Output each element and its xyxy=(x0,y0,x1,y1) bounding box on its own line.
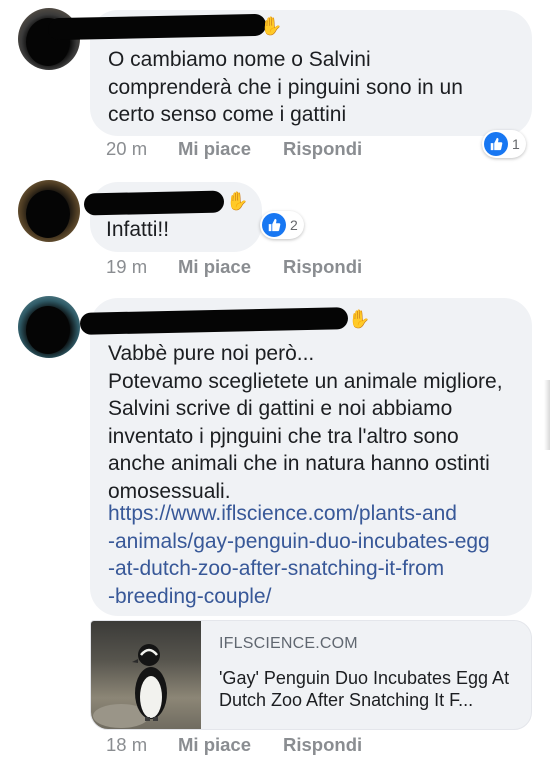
reply-button[interactable]: Rispondi xyxy=(283,256,362,278)
comment-actions: 19 m Mi piace Rispondi xyxy=(106,256,394,278)
comment-bubble: ✋ Infatti!! xyxy=(83,182,262,252)
comment-bubble: ✋ Vabbè pure noi però... Potevamo scegli… xyxy=(79,298,532,616)
reaction-summary[interactable]: 1 xyxy=(482,130,526,158)
avatar[interactable] xyxy=(18,296,80,358)
waving-hand-icon: ✋ xyxy=(348,309,371,329)
link-preview-card[interactable]: IFLSCIENCE.COM 'Gay' Penguin Duo Incubat… xyxy=(90,620,532,730)
penguin-thumbnail xyxy=(91,621,201,729)
waving-hand-icon: ✋ xyxy=(226,191,249,211)
like-thumb-icon xyxy=(484,132,508,156)
comment-actions: 20 m Mi piace Rispondi xyxy=(106,138,394,160)
preview-domain: IFLSCIENCE.COM xyxy=(219,635,358,652)
comment-text: Vabbè pure noi però... Potevamo scegliet… xyxy=(108,342,503,503)
reaction-summary[interactable]: 2 xyxy=(260,211,304,239)
like-button[interactable]: Mi piace xyxy=(178,256,251,278)
like-thumb-icon xyxy=(262,213,286,237)
scroll-edge xyxy=(544,380,550,450)
reply-button[interactable]: Rispondi xyxy=(283,734,362,756)
preview-title: 'Gay' Penguin Duo Incubates Egg At Dutch… xyxy=(219,668,510,710)
reply-button[interactable]: Rispondi xyxy=(283,138,362,160)
redacted-author-name xyxy=(47,13,267,41)
comment-time[interactable]: 18 m xyxy=(106,734,178,756)
comment-text: Infatti!! xyxy=(106,218,170,241)
article-link[interactable]: https://www.iflscience.com/plants-and -a… xyxy=(108,500,528,610)
redacted-author-name xyxy=(83,190,225,216)
comment-actions: 18 m Mi piace Rispondi xyxy=(106,734,394,756)
like-button[interactable]: Mi piace xyxy=(178,734,251,756)
comment-time[interactable]: 20 m xyxy=(106,138,178,160)
like-button[interactable]: Mi piace xyxy=(178,138,251,160)
reaction-count: 1 xyxy=(512,136,520,152)
waving-hand-icon: ✋ xyxy=(260,16,283,36)
comment-time[interactable]: 19 m xyxy=(106,256,178,278)
reaction-count: 2 xyxy=(290,217,298,233)
comment-text: O cambiamo nome o Salvini comprenderà ch… xyxy=(108,48,463,126)
comment-bubble: ✋ O cambiamo nome o Salvini comprenderà … xyxy=(47,10,532,136)
redacted-author-name xyxy=(79,307,349,335)
avatar[interactable] xyxy=(18,180,80,242)
